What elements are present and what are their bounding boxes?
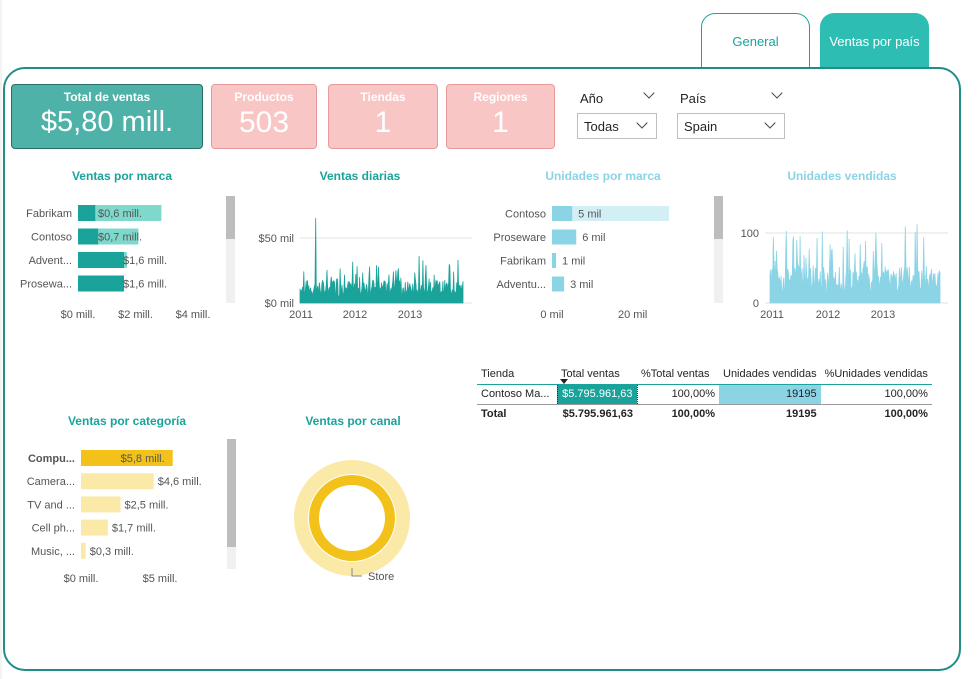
cell-pct-unidades: 100,00% (884, 388, 928, 400)
x-tick-label: $0 mill. (61, 309, 96, 321)
bar-data-label: 1 mil (562, 256, 585, 268)
bar-category-label: Advent... (29, 255, 72, 267)
col-header-pct-unidades[interactable]: %Unidades vendidas (820, 364, 932, 385)
bar (552, 229, 577, 245)
bar-category-label: Camera... (27, 476, 75, 488)
bar-category-label: TV and ... (27, 499, 75, 511)
bar (81, 519, 108, 536)
cell-tienda: Contoso Ma... (481, 388, 550, 400)
bar (78, 228, 99, 245)
tienda-table: Tienda Total ventas %Total ventas Unidad… (477, 364, 932, 424)
bar-data-label: $0,3 mill. (90, 546, 134, 558)
cell-total-pct: 100,00% (671, 408, 715, 421)
y-tick-label: 100 (741, 228, 759, 240)
bar-category-label: Compu... (28, 453, 75, 465)
x-tick-label: $0 mill. (64, 573, 99, 585)
bar (552, 276, 565, 292)
cell-total-ventas: $5.795.961,63 (562, 408, 633, 421)
bar-category-label: Fabrikam (500, 256, 546, 268)
col-header-tienda[interactable]: Tienda (477, 364, 557, 385)
bar-data-label: 6 mil (582, 232, 605, 244)
bar-data-label: $0,7 mill. (98, 232, 142, 244)
x-tick-label: $5 mill. (143, 573, 178, 585)
x-tick-label: 2011 (289, 309, 313, 321)
bar-data-label: 3 mil (570, 279, 593, 291)
bar-category-label: Contoso (505, 209, 546, 221)
x-tick-label: 20 mil (618, 309, 647, 321)
bar-data-label: $2,5 mill. (125, 499, 169, 511)
x-tick-label: 2012 (816, 309, 840, 321)
series-area (299, 217, 464, 304)
report-canvas: General Ventas por país Total de ventas … (0, 0, 980, 679)
col-header-label: Total ventas (561, 367, 620, 380)
x-tick-label: 2011 (760, 309, 784, 321)
cell-unidades: 19195 (719, 384, 821, 404)
bar (78, 252, 124, 268)
bar (81, 473, 154, 490)
x-tick-label: 2013 (398, 309, 422, 321)
bar-data-label: $5,8 mill. (121, 453, 165, 465)
x-tick-label: $4 mill. (176, 309, 211, 321)
bar (552, 253, 557, 268)
y-tick-label: 0 (753, 298, 759, 310)
bar (78, 205, 96, 221)
col-header-unidades[interactable]: Unidades vendidas (719, 364, 821, 385)
bar-category-label: Adventu... (496, 279, 546, 291)
bar (81, 542, 86, 559)
x-tick-label: 2012 (343, 309, 367, 321)
cell-total-label: Total (481, 408, 507, 421)
x-tick-label: 0 mil (540, 309, 563, 321)
cell-pct-total: 100,00% (671, 388, 715, 400)
donut-slice-label: Store (368, 571, 394, 583)
col-header-total-ventas[interactable]: Total ventas (557, 364, 637, 385)
bar-data-label: $1,6 mill. (123, 279, 167, 291)
x-tick-label: 2013 (871, 309, 895, 321)
y-tick-label: $50 mil (259, 233, 294, 245)
bar-category-label: Contoso (31, 232, 72, 244)
sort-desc-icon[interactable] (560, 379, 568, 384)
bar-category-label: Prosewa... (20, 279, 72, 291)
cell-total-ventas: $5.795.961,63 (556, 383, 638, 405)
donut-slice (309, 475, 395, 561)
table-row[interactable]: Contoso Ma... $5.795.961,63 100,00% 1919… (477, 383, 932, 405)
bar-data-label: 5 mil (578, 209, 601, 221)
bar-data-label: $4,6 mill. (158, 476, 202, 488)
charts-layer: Fabrikam $0,6 mill. Contoso $0,7 mill. Adven… (20, 205, 948, 585)
cell-total-unidades: 19195 (785, 408, 817, 421)
bar-category-label: Proseware (493, 232, 546, 244)
bar-data-label: $0,6 mill. (98, 208, 142, 220)
bar (552, 206, 573, 221)
table-total-row: Total $5.795.961,63 100,00% 19195 100,00… (477, 404, 932, 424)
bar-category-label: Fabrikam (26, 208, 72, 220)
bar (81, 496, 121, 513)
series-area (769, 224, 941, 304)
bar-data-label: $1,6 mill. (123, 255, 167, 267)
x-tick-label: $2 mill. (118, 309, 153, 321)
bar (78, 275, 124, 292)
table-header-row: Tienda Total ventas %Total ventas Unidad… (477, 364, 932, 385)
bar-category-label: Music, ... (31, 546, 75, 558)
bar-data-label: $1,7 mill. (112, 523, 156, 535)
bar-category-label: Cell ph... (32, 523, 75, 535)
col-header-pct-total[interactable]: %Total ventas (637, 364, 719, 385)
cell-total-pct-unidades: 100,00% (884, 408, 928, 421)
